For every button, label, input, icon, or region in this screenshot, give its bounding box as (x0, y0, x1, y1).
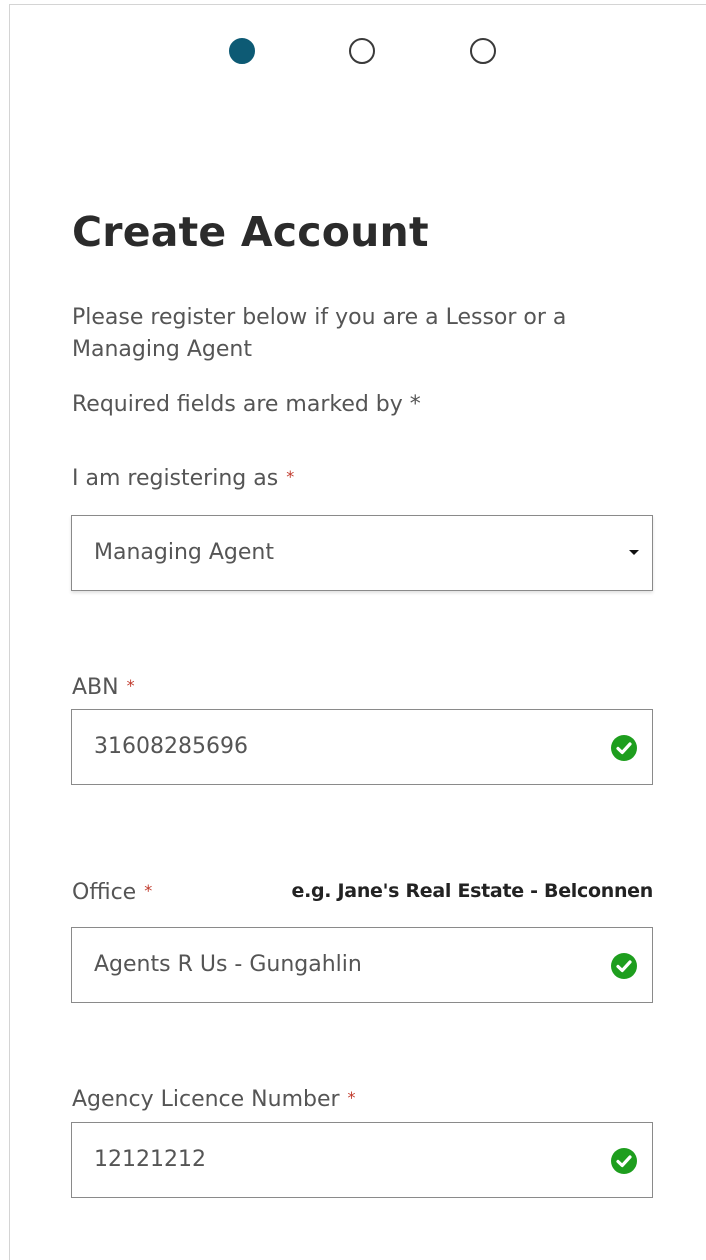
office-hint: e.g. Jane's Real Estate - Belconnen (291, 880, 654, 902)
required-note: Required fields are marked by * (72, 392, 421, 417)
progress-step-3 (470, 38, 496, 64)
office-value: Agents R Us - Gungahlin (94, 952, 362, 977)
licence-label: Agency Licence Number * (72, 1085, 356, 1115)
abn-input[interactable]: 31608285696 (71, 709, 653, 785)
registration-panel (9, 4, 706, 1260)
abn-label: ABN * (72, 673, 135, 703)
page-title: Create Account (72, 208, 429, 256)
check-circle-icon (611, 953, 637, 979)
check-circle-icon (611, 735, 637, 761)
abn-value: 31608285696 (94, 734, 248, 759)
licence-label-text: Agency Licence Number (72, 1087, 340, 1112)
intro-text: Please register below if you are a Lesso… (72, 305, 567, 362)
required-star: * (144, 881, 153, 900)
check-circle-icon (611, 1148, 637, 1174)
office-label: Office * (72, 878, 152, 908)
abn-label-text: ABN (72, 675, 119, 700)
required-star: * (347, 1088, 356, 1107)
registering-as-select[interactable]: Managing Agent (71, 515, 653, 591)
required-star: * (286, 467, 295, 486)
licence-input[interactable]: 12121212 (71, 1122, 653, 1198)
progress-step-1 (229, 38, 255, 64)
required-star: * (126, 676, 135, 695)
office-input[interactable]: Agents R Us - Gungahlin (71, 927, 653, 1003)
registering-as-label: I am registering as * (72, 464, 294, 494)
progress-step-2 (349, 38, 375, 64)
caret-down-icon (629, 550, 639, 555)
licence-value: 12121212 (94, 1147, 206, 1172)
registering-as-value: Managing Agent (94, 540, 274, 565)
registering-as-label-text: I am registering as (72, 466, 279, 491)
office-label-text: Office (72, 880, 137, 905)
